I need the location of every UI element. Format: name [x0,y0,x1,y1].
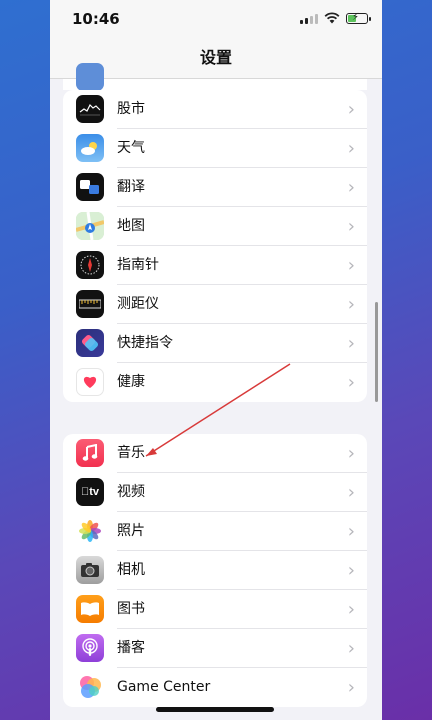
books-icon [76,595,104,623]
scrollbar[interactable] [375,302,378,402]
settings-row-camera[interactable]: 相机 › [63,551,367,590]
row-label: 快捷指令 [117,335,173,351]
chevron-right-icon: › [347,443,355,464]
maps-icon [76,212,104,240]
status-icons: ⚡ [300,12,371,24]
chevron-right-icon: › [347,521,355,542]
row-label: 地图 [117,218,145,234]
settings-row-stocks[interactable]: 股市 › [63,90,367,129]
partial-row [63,79,367,90]
chevron-right-icon: › [347,599,355,620]
row-label: 相机 [117,562,145,578]
camera-icon [76,556,104,584]
status-bar: 10:46 ⚡ [50,0,382,38]
home-indicator[interactable] [156,707,274,712]
settings-row-weather[interactable]: 天气 › [63,129,367,168]
chevron-right-icon: › [347,372,355,393]
chevron-right-icon: › [347,333,355,354]
settings-row-measure[interactable]: 测距仪 › [63,285,367,324]
row-label: 音乐 [117,445,145,461]
chevron-right-icon: › [347,177,355,198]
settings-row-shortcuts[interactable]: 快捷指令 › [63,324,367,363]
translate-icon [76,173,104,201]
photos-icon [76,517,104,545]
row-label: 图书 [117,601,145,617]
row-label: 指南针 [117,257,159,273]
phone-screen: 10:46 ⚡ 设置 股市 › 天气 › 翻译 › 地图 › 指南针 › 测距仪… [50,0,382,720]
row-label: 翻译 [117,179,145,195]
wifi-icon [324,12,340,24]
chevron-right-icon: › [347,638,355,659]
game-center-icon [76,673,104,701]
row-label: Game Center [117,679,211,695]
partial-app-icon [76,63,104,91]
settings-list[interactable]: 股市 › 天气 › 翻译 › 地图 › 指南针 › 测距仪 › 快捷指令 › 健… [50,63,382,720]
settings-row-music[interactable]: 音乐 › [63,434,367,473]
settings-row-podcasts[interactable]: 播客 › [63,629,367,668]
settings-row-books[interactable]: 图书 › [63,590,367,629]
row-label: 股市 [117,101,145,117]
battery-icon: ⚡ [346,12,371,24]
measure-icon [76,290,104,318]
status-time: 10:46 [72,10,120,28]
chevron-right-icon: › [347,216,355,237]
settings-row-game-center[interactable]: Game Center › [63,668,367,707]
chevron-right-icon: › [347,677,355,698]
chevron-right-icon: › [347,99,355,120]
row-label: 照片 [117,523,145,539]
row-label: 健康 [117,374,145,390]
settings-row-maps[interactable]: 地图 › [63,207,367,246]
weather-icon [76,134,104,162]
stocks-icon [76,95,104,123]
chevron-right-icon: › [347,482,355,503]
settings-group-apps-1: 股市 › 天气 › 翻译 › 地图 › 指南针 › 测距仪 › 快捷指令 › 健… [63,90,367,402]
settings-row-health[interactable]: 健康 › [63,363,367,402]
settings-row-photos[interactable]: 照片 › [63,512,367,551]
health-icon [76,368,104,396]
settings-row-tv[interactable]: tv 视频 › [63,473,367,512]
row-label: 天气 [117,140,145,156]
chevron-right-icon: › [347,138,355,159]
row-label: 视频 [117,484,145,500]
settings-group-apps-2: 音乐 › tv 视频 › [63,434,367,707]
compass-icon [76,251,104,279]
row-label: 播客 [117,640,145,656]
podcasts-icon [76,634,104,662]
chevron-right-icon: › [347,255,355,276]
settings-row-compass[interactable]: 指南针 › [63,246,367,285]
chevron-right-icon: › [347,560,355,581]
settings-row-translate[interactable]: 翻译 › [63,168,367,207]
cellular-signal-icon [300,13,318,24]
row-label: 测距仪 [117,296,159,312]
shortcuts-icon [76,329,104,357]
chevron-right-icon: › [347,294,355,315]
tv-icon: tv [76,478,104,506]
music-icon [76,439,104,467]
